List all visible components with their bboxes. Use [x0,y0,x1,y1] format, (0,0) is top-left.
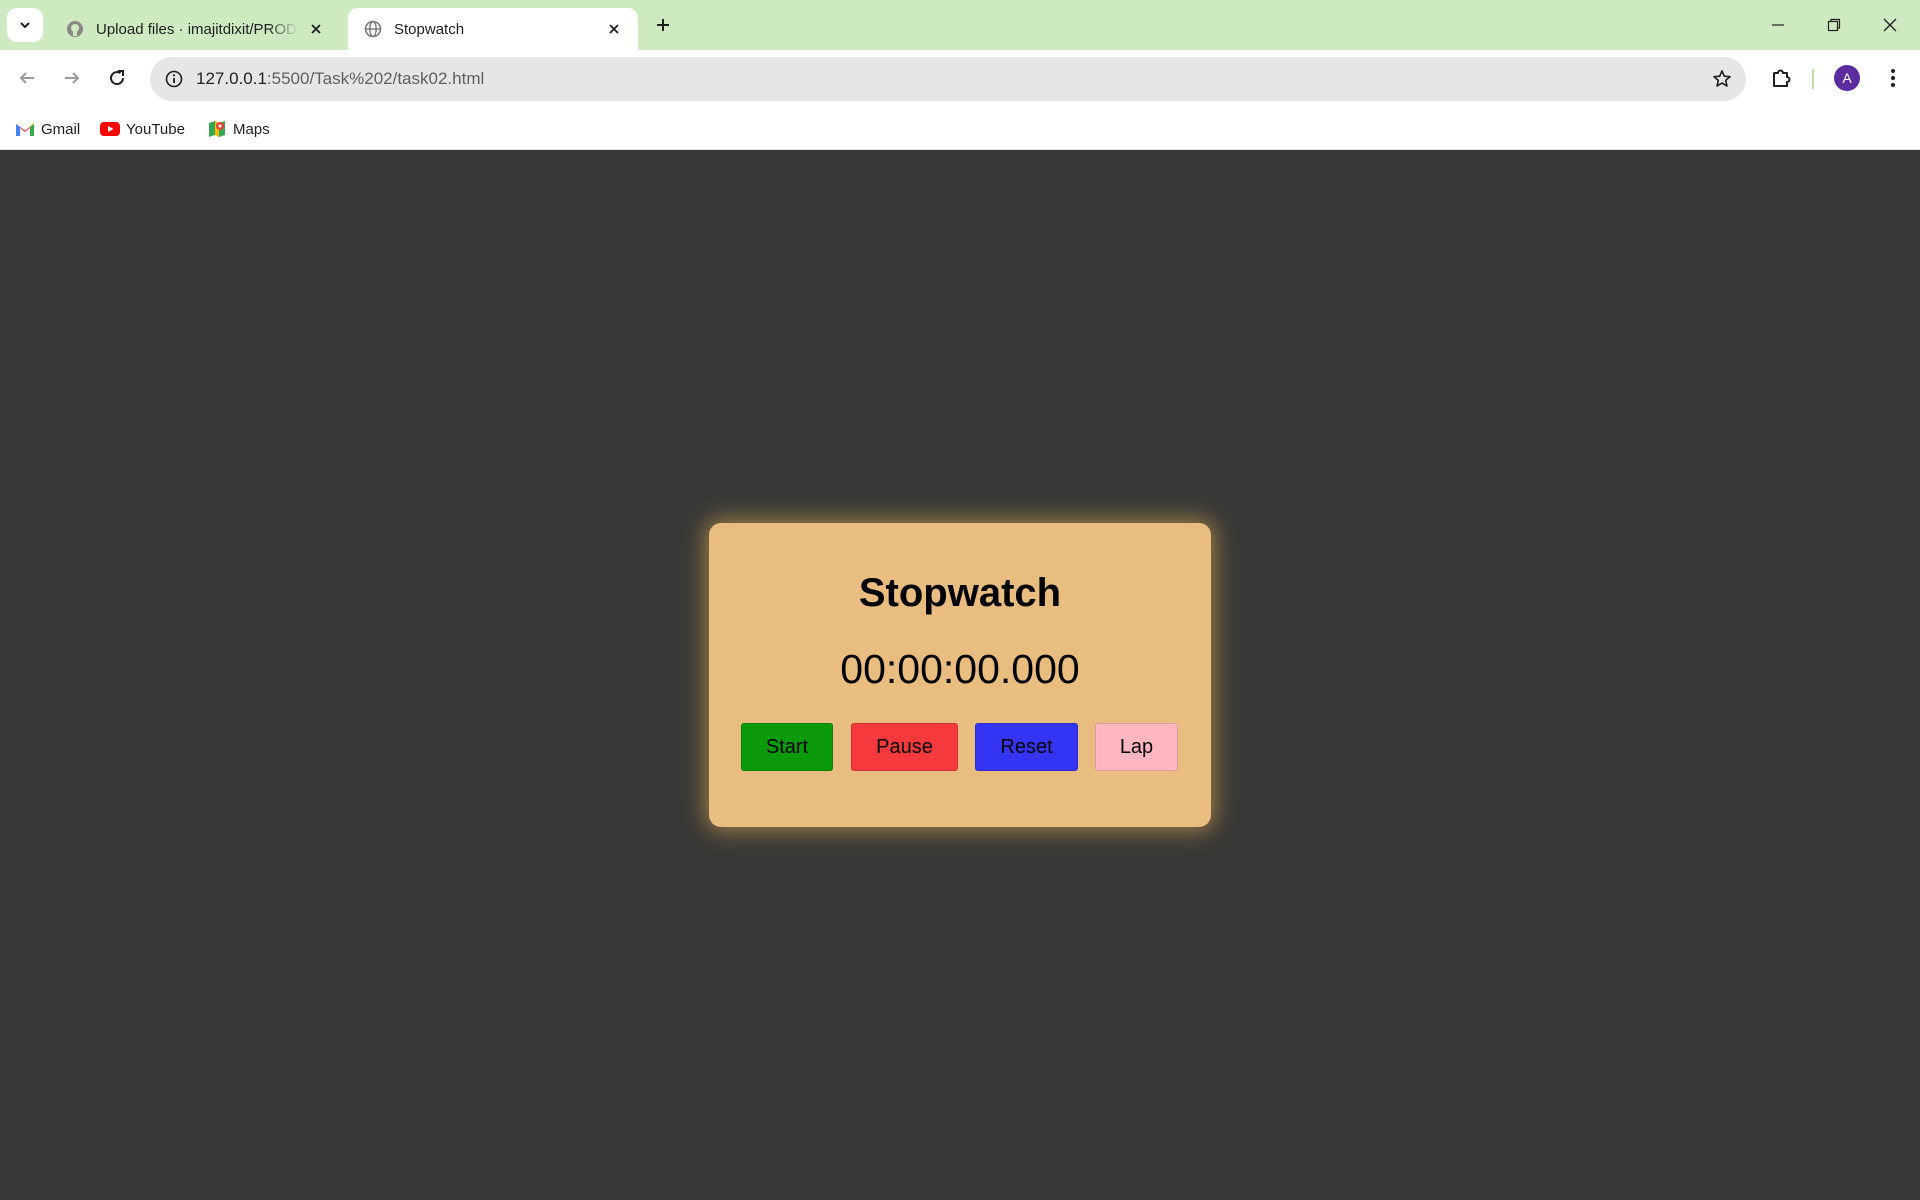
gmail-icon [15,119,35,139]
bookmark-youtube[interactable]: YouTube [96,114,189,144]
tab-upload-files[interactable]: Upload files · imajitdixit/PRODIGY [50,8,340,50]
lap-button[interactable]: Lap [1095,723,1178,771]
tab-title: Upload files · imajitdixit/PRODIGY [96,20,298,38]
minimize-button[interactable] [1750,0,1806,50]
pause-button[interactable]: Pause [851,723,958,771]
close-window-button[interactable] [1862,0,1918,50]
chevron-down-icon [20,22,30,29]
minimize-icon [1772,24,1784,26]
youtube-icon [100,119,120,139]
reload-button[interactable] [99,60,135,96]
new-tab-button[interactable] [650,12,676,38]
arrow-right-icon [65,72,80,84]
page-title: Stopwatch [858,571,1062,615]
close-icon[interactable] [306,19,326,39]
menu-button[interactable] [1875,60,1911,96]
maps-icon [207,119,227,139]
tab-title: Stopwatch [394,20,465,38]
time-display: 00:00:00.000 [840,646,1080,692]
bookmark-label: YouTube [126,120,185,138]
restore-icon [1827,18,1841,32]
page-viewport: Stopwatch 00:00:00.000 Start Pause Reset… [0,150,1920,1200]
plus-icon [657,19,669,31]
bookmark-label: Maps [233,120,270,138]
tab-stopwatch[interactable]: Stopwatch [348,8,638,50]
url-text[interactable]: 127.0.0.1:5500/Task%202/task02.html [196,57,484,101]
reset-button[interactable]: Reset [975,723,1078,771]
bookmark-label: Gmail [41,120,81,138]
back-button[interactable] [9,60,45,96]
forward-button[interactable] [54,60,90,96]
address-bar[interactable]: 127.0.0.1:5500/Task%202/task02.html [150,57,1746,101]
tab-search-button[interactable] [7,8,43,42]
reload-icon [110,70,125,86]
start-button[interactable]: Start [741,723,833,771]
close-icon [1883,18,1897,32]
tab-strip: Upload files · imajitdixit/PRODIGY Stopw… [0,0,1920,50]
github-icon [66,20,84,38]
restore-button[interactable] [1806,0,1862,50]
kebab-menu-icon [1891,69,1895,87]
bookmark-maps[interactable]: Maps [203,114,274,144]
site-info-icon[interactable] [160,65,188,93]
profile-button[interactable]: A [1829,60,1865,96]
puzzle-icon [1773,69,1791,87]
browser-toolbar: 127.0.0.1:5500/Task%202/task02.html A [0,50,1920,108]
bookmarks-bar: Gmail YouTube Maps [0,108,1920,150]
arrow-left-icon [19,72,34,84]
avatar: A [1834,65,1860,91]
bookmark-gmail[interactable]: Gmail [11,114,84,144]
url-path: :5500/Task%202/task02.html [266,69,485,88]
globe-icon [364,20,382,38]
url-host: 127.0.0.1 [196,69,267,88]
stopwatch-card: Stopwatch 00:00:00.000 Start Pause Reset… [709,523,1211,827]
toolbar-divider [1812,69,1814,89]
close-icon[interactable] [604,19,624,39]
extensions-button[interactable] [1763,60,1799,96]
bookmark-star-icon[interactable] [1708,65,1736,93]
